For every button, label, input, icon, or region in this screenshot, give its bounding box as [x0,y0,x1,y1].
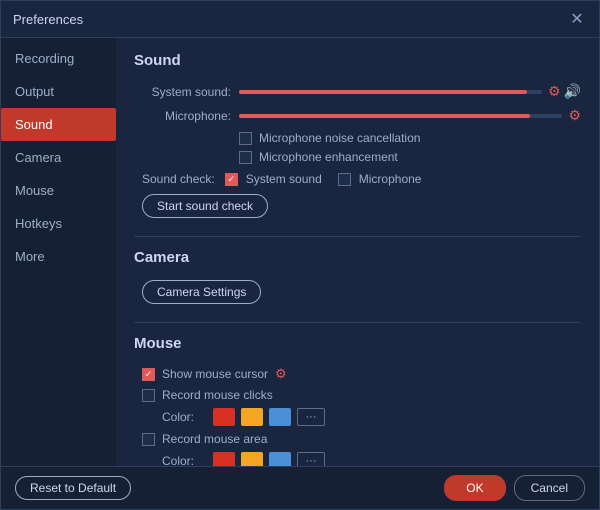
camera-settings-button[interactable]: Camera Settings [142,280,261,304]
ok-button[interactable]: OK [444,475,505,501]
footer-right: OK Cancel [444,475,585,501]
sidebar-item-output[interactable]: Output [1,75,116,108]
microphone-icons: ⚙ [568,107,581,124]
sidebar-item-sound[interactable]: Sound [1,108,116,141]
more-colors-button-2[interactable]: ··· [297,452,325,466]
color-swatch-yellow-1[interactable] [241,408,263,426]
sidebar-item-recording[interactable]: Recording [1,42,116,75]
mouse-section-title: Mouse [134,335,581,356]
more-colors-button-1[interactable]: ··· [297,408,325,426]
enhancement-label: Microphone enhancement [259,150,398,164]
microphone-track[interactable] [239,114,562,118]
sound-check-row: Sound check: System sound Microphone [134,172,581,186]
record-area-label: Record mouse area [162,432,267,446]
noise-cancellation-label: Microphone noise cancellation [259,131,420,145]
color-swatch-red-2[interactable] [213,452,235,466]
sidebar-item-hotkeys[interactable]: Hotkeys [1,207,116,240]
start-sound-check-button[interactable]: Start sound check [142,194,268,218]
microphone-fill [239,114,530,118]
color-label-1: Color: [162,410,207,424]
enhancement-checkbox[interactable] [239,151,252,164]
show-cursor-row: Show mouse cursor ⚙ [134,366,581,382]
camera-section: Camera Camera Settings [134,249,581,304]
window-title: Preferences [13,12,83,27]
microphone-gear-icon[interactable]: ⚙ [568,107,581,124]
microphone-check-label: Microphone [359,172,422,186]
system-sound-track[interactable] [239,90,542,94]
sound-section: Sound System sound: ⚙ 🔊 Microphone: [134,52,581,218]
record-clicks-label: Record mouse clicks [162,388,273,402]
color-swatch-red-1[interactable] [213,408,235,426]
color-swatch-blue-1[interactable] [269,408,291,426]
preferences-window: Preferences ✕ Recording Output Sound Cam… [0,0,600,510]
show-cursor-checkbox[interactable] [142,368,155,381]
noise-cancellation-row: Microphone noise cancellation [134,131,581,145]
footer: Reset to Default OK Cancel [1,466,599,509]
microphone-label: Microphone: [134,109,239,123]
enhancement-row: Microphone enhancement [134,150,581,164]
system-sound-icons: ⚙ 🔊 [548,83,581,100]
noise-cancellation-checkbox[interactable] [239,132,252,145]
system-sound-row: System sound: ⚙ 🔊 [134,83,581,100]
system-sound-fill [239,90,527,94]
record-area-checkbox[interactable] [142,433,155,446]
record-area-row: Record mouse area [134,432,581,446]
system-sound-check-label: System sound [246,172,322,186]
sound-check-label: Sound check: [142,172,215,186]
system-sound-gear-icon[interactable]: ⚙ [548,83,561,100]
divider-2 [134,322,581,323]
color-row-1: Color: ··· [134,408,581,426]
color-label-2: Color: [162,454,207,466]
color-row-2: Color: ··· [134,452,581,466]
divider-1 [134,236,581,237]
system-sound-label: System sound: [134,85,239,99]
record-clicks-checkbox[interactable] [142,389,155,402]
color-swatch-yellow-2[interactable] [241,452,263,466]
sidebar-item-mouse[interactable]: Mouse [1,174,116,207]
show-cursor-gear-icon[interactable]: ⚙ [275,366,287,382]
record-clicks-row: Record mouse clicks [134,388,581,402]
main-content: Recording Output Sound Camera Mouse Hotk… [1,38,599,466]
system-sound-check-checkbox[interactable] [225,173,238,186]
main-panel: Sound System sound: ⚙ 🔊 Microphone: [116,38,599,466]
sidebar: Recording Output Sound Camera Mouse Hotk… [1,38,116,466]
sidebar-item-camera[interactable]: Camera [1,141,116,174]
titlebar: Preferences ✕ [1,1,599,38]
cancel-button[interactable]: Cancel [514,475,585,501]
mouse-section: Mouse Show mouse cursor ⚙ Record mouse c… [134,335,581,466]
show-cursor-label: Show mouse cursor [162,367,268,381]
microphone-row: Microphone: ⚙ [134,107,581,124]
camera-section-title: Camera [134,249,581,270]
microphone-check-checkbox[interactable] [338,173,351,186]
speaker-icon: 🔊 [564,83,581,100]
color-swatch-blue-2[interactable] [269,452,291,466]
close-button[interactable]: ✕ [567,9,587,29]
reset-to-default-button[interactable]: Reset to Default [15,476,131,500]
footer-left: Reset to Default [15,476,131,500]
sidebar-item-more[interactable]: More [1,240,116,273]
sound-section-title: Sound [134,52,581,73]
